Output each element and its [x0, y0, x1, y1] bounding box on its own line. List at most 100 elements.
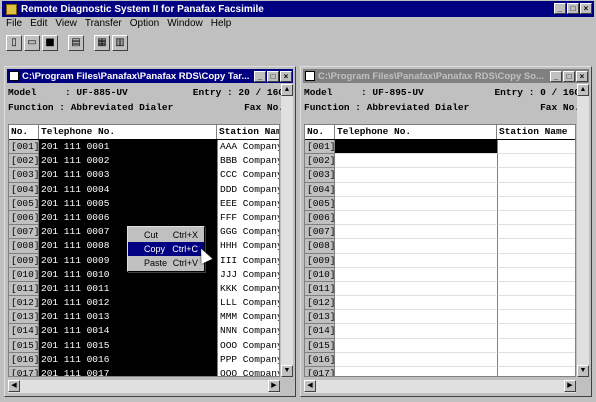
minimize-icon[interactable]: _ [254, 70, 266, 82]
station-cell[interactable] [497, 140, 575, 155]
station-cell[interactable]: AAA Company [217, 140, 279, 155]
table-row[interactable]: [004] 201 111 0004 DDD Company [9, 182, 279, 197]
station-cell[interactable]: HHH Company [217, 239, 279, 254]
app-title-bar[interactable]: Remote Diagnostic System II for Panafax … [2, 1, 594, 17]
telephone-cell[interactable]: 201 111 0015 [39, 338, 217, 353]
telephone-cell[interactable] [335, 324, 497, 339]
col-station-header[interactable]: Station Name [497, 125, 575, 139]
telephone-cell[interactable]: 201 111 0017 [39, 367, 217, 376]
table-row[interactable]: [010] [305, 267, 575, 282]
col-no-header[interactable]: No. [305, 125, 335, 139]
telephone-cell[interactable] [335, 168, 497, 183]
row-number[interactable]: [004] [9, 182, 39, 197]
row-number[interactable]: [015] [9, 338, 39, 353]
station-cell[interactable]: CCC Company [217, 168, 279, 183]
telephone-cell[interactable]: 201 111 0011 [39, 281, 217, 297]
station-cell[interactable] [497, 324, 575, 339]
table-row[interactable]: [001] [305, 140, 575, 155]
row-number[interactable]: [016] [305, 352, 335, 367]
telephone-cell[interactable] [335, 352, 497, 367]
row-number[interactable]: [006] [305, 210, 335, 226]
table-row[interactable]: [002] [305, 154, 575, 169]
telephone-cell[interactable] [335, 239, 497, 254]
left-window-title-bar[interactable]: C:\Program Files\Panafax\Panafax RDS\Cop… [7, 69, 293, 83]
context-item-copy[interactable]: Copy Ctrl+C [128, 242, 204, 256]
station-cell[interactable] [497, 310, 575, 325]
table-row[interactable]: [003] [305, 168, 575, 183]
station-cell[interactable]: FFF Company [217, 210, 279, 226]
right-vertical-scrollbar[interactable]: ▲ ▼ [577, 84, 589, 377]
minimize-icon[interactable]: _ [554, 3, 566, 14]
row-number[interactable]: [017] [305, 367, 335, 376]
telephone-cell[interactable] [335, 367, 497, 376]
station-cell[interactable]: JJJ Company [217, 267, 279, 282]
table-row[interactable]: [012] 201 111 0012 LLL Company [9, 296, 279, 311]
left-vertical-scrollbar[interactable]: ▲ ▼ [281, 84, 293, 377]
station-cell[interactable]: GGG Company [217, 225, 279, 240]
station-cell[interactable] [497, 168, 575, 183]
telephone-cell[interactable] [335, 196, 497, 211]
scroll-right-icon[interactable]: ▶ [564, 380, 576, 392]
row-number[interactable]: [010] [9, 267, 39, 282]
telephone-cell[interactable] [335, 338, 497, 353]
col-station-header[interactable]: Station Name [217, 125, 279, 139]
station-cell[interactable] [497, 210, 575, 226]
new-icon[interactable]: ▯ [6, 35, 22, 51]
right-window-title-bar[interactable]: C:\Program Files\Panafax\Panafax RDS\Cop… [303, 69, 589, 83]
telephone-cell[interactable] [335, 253, 497, 268]
station-cell[interactable]: OOO Company [217, 338, 279, 353]
table-row[interactable]: [011] 201 111 0011 KKK Company [9, 281, 279, 297]
station-cell[interactable] [497, 182, 575, 197]
context-item-paste[interactable]: Paste Ctrl+V [128, 256, 204, 270]
station-cell[interactable]: LLL Company [217, 296, 279, 311]
station-cell[interactable] [497, 239, 575, 254]
list-icon[interactable]: ▥ [112, 35, 128, 51]
station-cell[interactable] [497, 196, 575, 211]
row-number[interactable]: [011] [305, 281, 335, 297]
menu-transfer[interactable]: Transfer [85, 18, 122, 32]
close-icon[interactable]: × [280, 70, 292, 82]
table-row[interactable]: [013] [305, 310, 575, 325]
table-row[interactable]: [005] 201 111 0005 EEE Company [9, 196, 279, 211]
telephone-cell[interactable]: 201 111 0014 [39, 324, 217, 339]
telephone-cell[interactable]: 201 111 0006 [39, 210, 217, 226]
telephone-cell[interactable]: 201 111 0012 [39, 296, 217, 311]
maximize-icon[interactable]: □ [567, 3, 579, 14]
row-number[interactable]: [009] [9, 253, 39, 268]
table-row[interactable]: [006] [305, 210, 575, 226]
row-number[interactable]: [016] [9, 352, 39, 367]
row-number[interactable]: [012] [305, 296, 335, 311]
row-number[interactable]: [015] [305, 338, 335, 353]
scroll-down-icon[interactable]: ▼ [281, 365, 293, 377]
row-number[interactable]: [009] [305, 253, 335, 268]
station-cell[interactable] [497, 154, 575, 169]
scroll-up-icon[interactable]: ▲ [281, 84, 293, 96]
right-horizontal-scrollbar[interactable]: ◀ ▶ [304, 380, 576, 393]
table-row[interactable]: [005] [305, 196, 575, 211]
telephone-cell[interactable]: 201 111 0013 [39, 310, 217, 325]
scroll-left-icon[interactable]: ◀ [8, 380, 20, 392]
table-row[interactable]: [015] [305, 338, 575, 353]
row-number[interactable]: [011] [9, 281, 39, 297]
station-cell[interactable] [497, 267, 575, 282]
row-number[interactable]: [013] [305, 310, 335, 325]
table-row[interactable]: [011] [305, 281, 575, 297]
station-cell[interactable] [497, 253, 575, 268]
row-number[interactable]: [001] [9, 140, 39, 155]
context-item-cut[interactable]: Cut Ctrl+X [128, 228, 204, 242]
telephone-cell[interactable]: 201 111 0016 [39, 352, 217, 367]
telephone-cell[interactable]: 201 111 0001 [39, 140, 217, 155]
menu-file[interactable]: File [6, 18, 22, 32]
table-row[interactable]: [017] 201 111 0017 QQQ Company [9, 367, 279, 376]
row-number[interactable]: [012] [9, 296, 39, 311]
station-cell[interactable]: PPP Company [217, 352, 279, 367]
table-row[interactable]: [007] [305, 225, 575, 240]
station-cell[interactable] [497, 352, 575, 367]
row-number[interactable]: [003] [9, 168, 39, 183]
col-no-header[interactable]: No. [9, 125, 39, 139]
scroll-right-icon[interactable]: ▶ [268, 380, 280, 392]
row-number[interactable]: [003] [305, 168, 335, 183]
menu-view[interactable]: View [55, 18, 77, 32]
telephone-cell[interactable] [335, 182, 497, 197]
menu-help[interactable]: Help [211, 18, 232, 32]
